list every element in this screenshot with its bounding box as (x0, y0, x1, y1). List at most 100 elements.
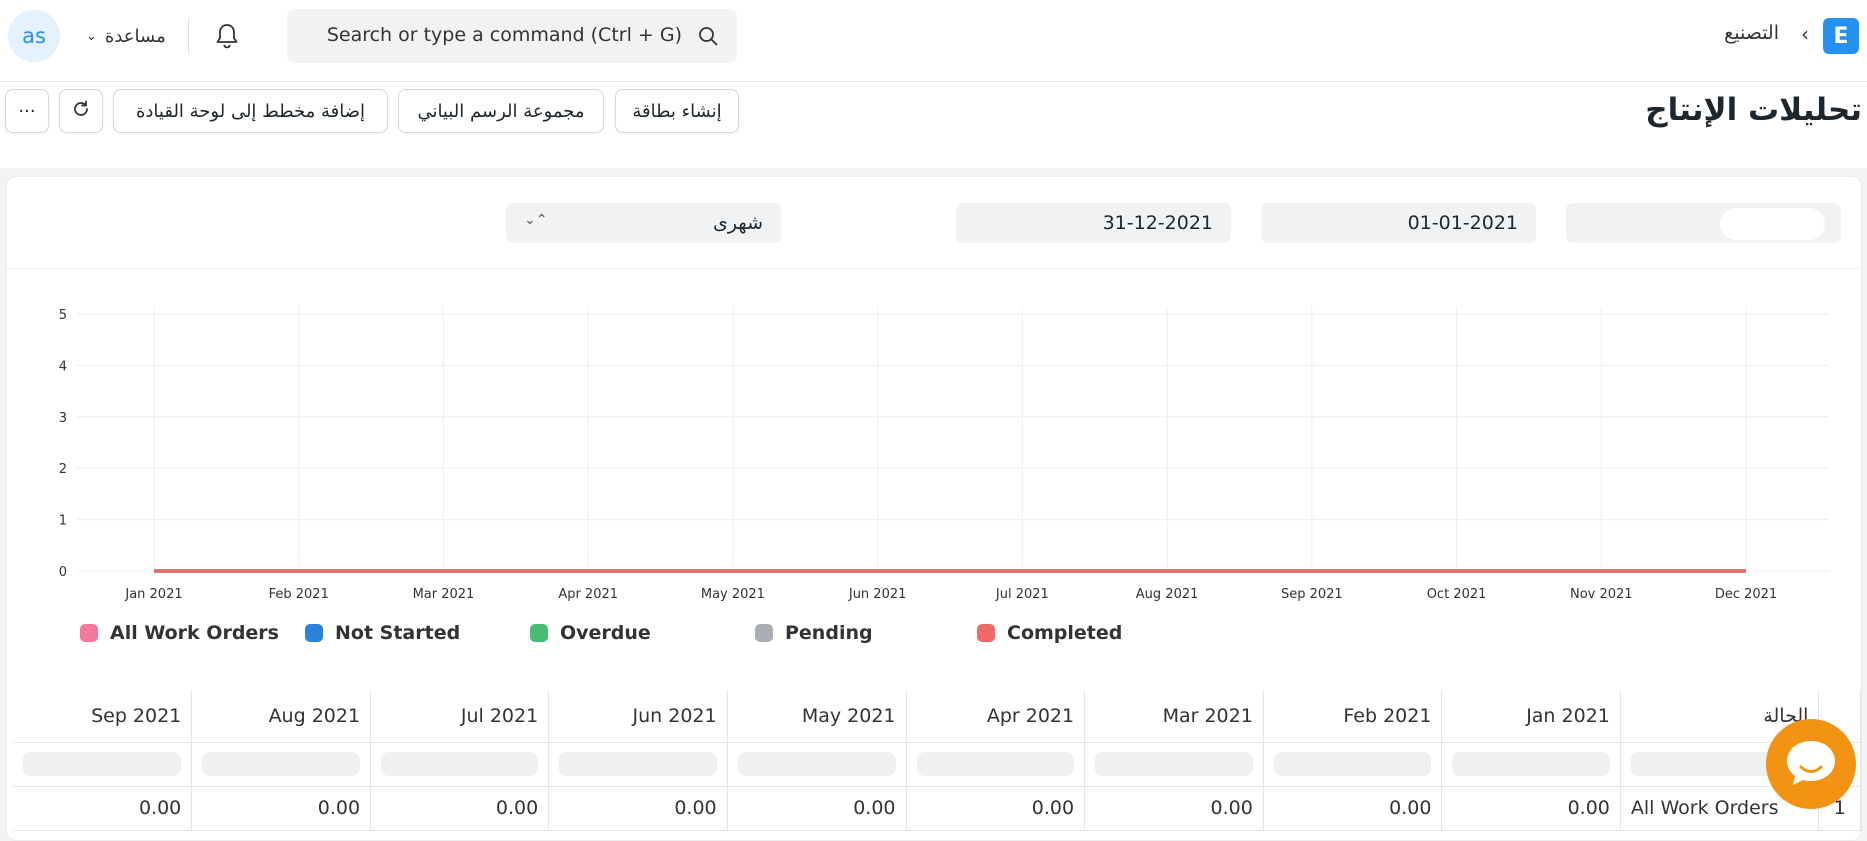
x-tick-label: Dec 2021 (1715, 587, 1777, 602)
data-table: الحالة Jan 2021 Feb 2021 Mar 2021 Apr 2021 Ma… (13, 690, 1861, 831)
legend-swatch (305, 624, 323, 642)
x-tick-label: Jul 2021 (995, 587, 1049, 602)
legend-swatch (530, 624, 548, 642)
page-title: تحليلات الإنتاج (1645, 92, 1862, 128)
column-header: Sep 2021 (13, 690, 193, 743)
legend-label: Overdue (560, 622, 651, 644)
column-filter-input[interactable] (202, 752, 361, 776)
refresh-button[interactable] (59, 89, 103, 133)
create-card-button[interactable]: إنشاء بطاقة (615, 89, 739, 133)
filter-row (13, 742, 1861, 787)
column-filter-input[interactable] (381, 752, 539, 776)
column-filter-input[interactable] (916, 752, 1075, 776)
column-filter-input[interactable] (1452, 752, 1610, 776)
breadcrumb-chevron-icon: › (1801, 22, 1809, 46)
chat-bubble-icon (1787, 741, 1835, 785)
chart-group-button[interactable]: مجموعة الرسم البياني (398, 89, 604, 133)
company-filter[interactable] (1566, 203, 1841, 243)
notification-bell-icon[interactable] (214, 22, 240, 50)
y-tick-label: 5 (59, 308, 67, 323)
navbar: as مساعدة ⌄ Search or type a command (Ct… (0, 0, 1867, 82)
search-placeholder: Search or type a command (Ctrl + G) (326, 24, 682, 46)
chevron-down-icon: ⌄ (86, 28, 97, 44)
filter-cell (13, 742, 193, 787)
legend-item[interactable]: Overdue (530, 620, 651, 646)
report-card: 01-01-2021 31-12-2021 شهرى ⌃⌄ 0 1 2 3 4 5 Jan … (6, 176, 1862, 841)
y-tick-label: 2 (59, 462, 67, 477)
filter-cell (1084, 742, 1264, 787)
filter-cell (370, 742, 550, 787)
help-dropdown[interactable]: مساعدة ⌄ (86, 22, 166, 50)
more-actions-button[interactable]: ··· (5, 89, 49, 133)
filter-cell (191, 742, 372, 787)
table-cell: 0.00 (13, 786, 193, 831)
x-tick-label: Jun 2021 (848, 587, 907, 602)
breadcrumb-manufacturing[interactable]: التصنيع (1724, 22, 1779, 44)
x-tick-label: Feb 2021 (269, 587, 329, 602)
chat-widget-button[interactable] (1766, 719, 1856, 809)
from-date-value: 01-01-2021 (1407, 212, 1518, 234)
y-tick-label: 1 (59, 514, 67, 529)
y-tick-label: 3 (59, 411, 67, 426)
table-cell: 0.00 (370, 786, 550, 831)
select-arrows-icon: ⌃⌄ (524, 212, 548, 228)
column-header: May 2021 (727, 690, 907, 743)
search-bar[interactable]: Search or type a command (Ctrl + G) (287, 9, 737, 63)
range-select[interactable]: شهرى ⌃⌄ (506, 203, 781, 243)
column-filter-input[interactable] (559, 752, 717, 776)
app-logo[interactable]: E (1823, 18, 1859, 54)
user-avatar[interactable]: as (8, 10, 60, 62)
column-header: Jun 2021 (548, 690, 728, 743)
column-header: Mar 2021 (1084, 690, 1264, 743)
filter-cell (906, 742, 1086, 787)
column-header: Apr 2021 (906, 690, 1086, 743)
legend-swatch (977, 624, 995, 642)
legend-swatch (755, 624, 773, 642)
filter-cell (1441, 742, 1621, 787)
from-date-field[interactable]: 01-01-2021 (1261, 203, 1536, 243)
table-row[interactable]: 1 All Work Orders 0.00 0.00 0.00 0.00 0.00 0.00… (13, 786, 1861, 831)
line-chart: 0 1 2 3 4 5 Jan 2021 Feb 2021 Mar 2021 Apr 2021 Ma… (59, 306, 1829, 602)
x-tick-label: Mar 2021 (413, 587, 475, 602)
table-cell: 0.00 (1084, 786, 1264, 831)
table-cell: 0.00 (191, 786, 372, 831)
column-filter-input[interactable] (1095, 752, 1253, 776)
navbar-divider (188, 18, 189, 54)
filter-cell (727, 742, 907, 787)
legend-label: Not Started (335, 622, 461, 644)
column-filter-input[interactable] (23, 752, 182, 776)
column-header: Aug 2021 (191, 690, 372, 743)
column-header: Jan 2021 (1441, 690, 1621, 743)
table-cell: 0.00 (906, 786, 1086, 831)
y-tick-label: 0 (59, 565, 67, 580)
table-cell: 0.00 (548, 786, 728, 831)
legend-item[interactable]: All Work Orders (80, 620, 279, 646)
legend-swatch (80, 624, 98, 642)
legend-item[interactable]: Pending (755, 620, 873, 646)
company-filter-value (1720, 208, 1825, 240)
table-header-row: الحالة Jan 2021 Feb 2021 Mar 2021 Apr 2021 Ma… (13, 690, 1861, 743)
table-cell: 0.00 (1441, 786, 1621, 831)
search-icon (697, 25, 719, 47)
legend-label: Completed (1007, 622, 1123, 644)
to-date-value: 31-12-2021 (1102, 212, 1213, 234)
to-date-field[interactable]: 31-12-2021 (956, 203, 1231, 243)
column-header: Jul 2021 (370, 690, 550, 743)
refresh-icon (71, 99, 91, 124)
table-cell: 0.00 (727, 786, 907, 831)
column-filter-input[interactable] (737, 752, 896, 776)
range-value: شهرى (712, 212, 763, 234)
filter-bar: 01-01-2021 31-12-2021 شهرى ⌃⌄ (7, 177, 1861, 269)
filter-cell (548, 742, 728, 787)
add-to-dashboard-button[interactable]: إضافة مخطط إلى لوحة القيادة (113, 89, 388, 133)
legend-item[interactable]: Completed (977, 620, 1122, 646)
x-tick-label: Aug 2021 (1136, 587, 1199, 602)
help-label: مساعدة (104, 25, 166, 47)
page-header: تحليلات الإنتاج إنشاء بطاقة مجموعة الرسم… (0, 82, 1867, 168)
x-tick-label: Jan 2021 (124, 587, 182, 602)
column-header: Feb 2021 (1263, 690, 1443, 743)
x-tick-label: May 2021 (701, 587, 765, 602)
x-tick-label: Nov 2021 (1570, 587, 1633, 602)
legend-item[interactable]: Not Started (305, 620, 460, 646)
column-filter-input[interactable] (1273, 752, 1432, 776)
